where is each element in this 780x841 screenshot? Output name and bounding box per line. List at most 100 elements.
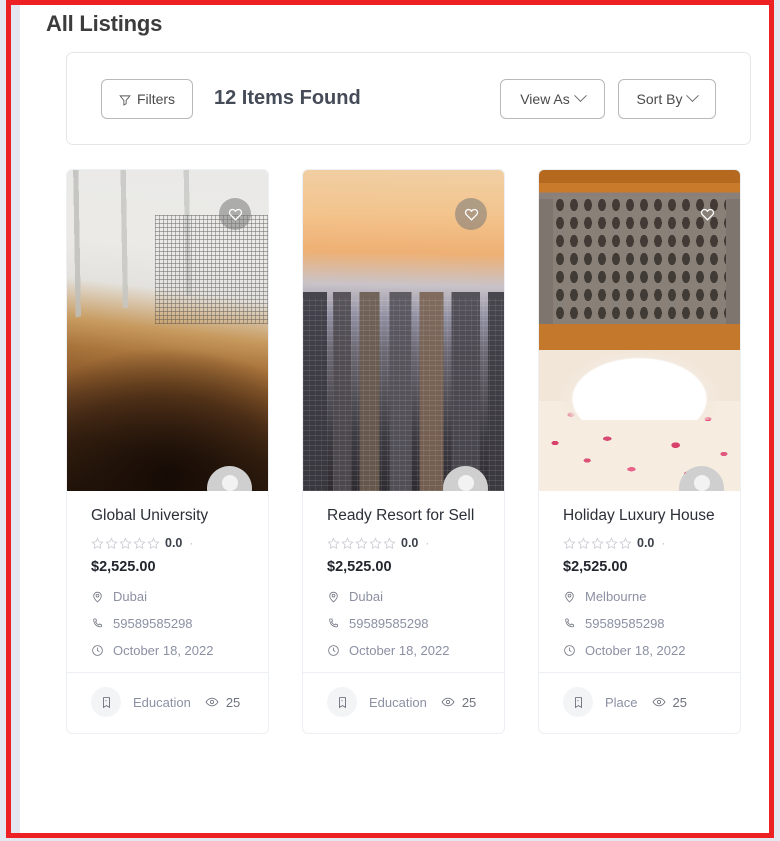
listing-date: October 18, 2022 <box>327 643 480 658</box>
category-label: Education <box>133 694 191 710</box>
star-rating <box>563 536 632 550</box>
listing-title[interactable]: Global University <box>91 505 244 527</box>
sort-by-dropdown[interactable]: Sort By <box>618 78 716 119</box>
listing-image[interactable] <box>67 170 268 491</box>
filters-button[interactable]: Filters <box>101 78 193 119</box>
rating-separator: · <box>425 536 430 550</box>
star-icon <box>383 536 396 549</box>
phone-icon <box>93 618 102 628</box>
listing-footer: Education 25 <box>303 672 504 733</box>
listing-location: Dubai <box>327 589 480 604</box>
star-icon <box>147 536 160 549</box>
listing-category[interactable]: Education <box>327 687 427 717</box>
phone-icon <box>565 618 574 628</box>
listing-category[interactable]: Education <box>91 687 191 717</box>
clock-icon <box>328 645 339 656</box>
views-count: 25 <box>225 694 241 710</box>
star-icon <box>355 536 368 549</box>
listing-price: $2,525.00 <box>91 559 156 575</box>
tag-icon-wrap <box>563 687 593 717</box>
map-pin-icon <box>565 591 574 603</box>
filters-button-label: Filters <box>136 90 176 107</box>
star-icon <box>369 536 382 549</box>
favorite-heart-button[interactable] <box>455 198 487 230</box>
listing-price: $2,525.00 <box>563 559 628 575</box>
listing-date: October 18, 2022 <box>91 643 244 658</box>
rating-row: 0.0 · <box>91 536 244 550</box>
rating-value: 0.0 <box>637 536 655 550</box>
listing-phone[interactable]: 59589585298 <box>563 616 716 631</box>
map-pin-icon <box>93 591 102 603</box>
left-scroll-gutter[interactable] <box>11 5 20 833</box>
listing-details: Holiday Luxury House 0.0 · $2,525.00 Mel… <box>539 491 740 658</box>
listings-page: All Listings Filters 12 Items Found View… <box>20 5 769 833</box>
star-icon <box>91 536 104 549</box>
avatar-head <box>693 474 710 491</box>
date-text: October 18, 2022 <box>349 643 450 658</box>
listing-location: Dubai <box>91 589 244 604</box>
rating-separator: · <box>189 536 194 550</box>
listing-date: October 18, 2022 <box>563 643 716 658</box>
listing-details: Global University 0.0 · $2,525.00 Dubai … <box>67 491 268 658</box>
funnel-icon <box>119 93 131 106</box>
listing-card[interactable]: Holiday Luxury House 0.0 · $2,525.00 Mel… <box>538 169 741 734</box>
items-found-count: 12 Items Found <box>214 87 361 109</box>
heart-icon <box>700 208 714 221</box>
listing-card[interactable]: Ready Resort for Sell 0.0 · $2,525.00 Du… <box>302 169 505 734</box>
star-icon <box>119 536 132 549</box>
heart-icon <box>464 208 478 221</box>
location-text: Dubai <box>349 589 383 604</box>
date-text: October 18, 2022 <box>113 643 214 658</box>
clock-icon <box>92 645 103 656</box>
listing-title[interactable]: Ready Resort for Sell <box>327 505 480 527</box>
eye-icon <box>441 697 455 707</box>
location-text: Melbourne <box>585 589 647 604</box>
star-rating <box>91 536 160 550</box>
phone-text: 59589585298 <box>585 616 665 631</box>
phone-icon <box>329 618 338 628</box>
listing-price: $2,525.00 <box>327 559 392 575</box>
chevron-down-icon <box>573 89 587 103</box>
star-rating <box>327 536 396 550</box>
location-text: Dubai <box>113 589 147 604</box>
star-icon <box>133 536 146 549</box>
phone-text: 59589585298 <box>113 616 193 631</box>
star-icon <box>619 536 632 549</box>
filter-toolbar: Filters 12 Items Found View As Sort By <box>66 52 751 145</box>
tag-icon <box>338 696 346 708</box>
listing-category[interactable]: Place <box>563 687 638 717</box>
listing-phone[interactable]: 59589585298 <box>91 616 244 631</box>
rating-row: 0.0 · <box>327 536 480 550</box>
favorite-heart-button[interactable] <box>691 198 723 230</box>
tag-icon-wrap <box>91 687 121 717</box>
map-pin-icon <box>329 591 338 603</box>
star-icon <box>605 536 618 549</box>
tag-icon <box>574 696 582 708</box>
star-icon <box>341 536 354 549</box>
listing-image[interactable] <box>539 170 740 491</box>
listing-footer: Place 25 <box>539 672 740 733</box>
category-label: Education <box>369 694 427 710</box>
listing-views: 25 <box>441 695 476 710</box>
view-as-dropdown[interactable]: View As <box>500 78 605 119</box>
star-icon <box>327 536 340 549</box>
tag-icon-wrap <box>327 687 357 717</box>
clock-icon <box>564 645 575 656</box>
heart-icon <box>228 208 242 221</box>
listing-location: Melbourne <box>563 589 716 604</box>
browser-viewport-frame: All Listings Filters 12 Items Found View… <box>6 0 774 838</box>
listing-views: 25 <box>652 695 687 710</box>
tag-icon <box>102 696 110 708</box>
views-count: 25 <box>461 694 477 710</box>
listing-title[interactable]: Holiday Luxury House <box>563 505 716 527</box>
chevron-down-icon <box>686 89 700 103</box>
phone-text: 59589585298 <box>349 616 429 631</box>
star-icon <box>563 536 576 549</box>
listing-details: Ready Resort for Sell 0.0 · $2,525.00 Du… <box>303 491 504 658</box>
listing-card[interactable]: Global University 0.0 · $2,525.00 Dubai … <box>66 169 269 734</box>
favorite-heart-button[interactable] <box>219 198 251 230</box>
listing-image[interactable] <box>303 170 504 491</box>
star-icon <box>577 536 590 549</box>
listing-phone[interactable]: 59589585298 <box>327 616 480 631</box>
rating-value: 0.0 <box>165 536 183 550</box>
